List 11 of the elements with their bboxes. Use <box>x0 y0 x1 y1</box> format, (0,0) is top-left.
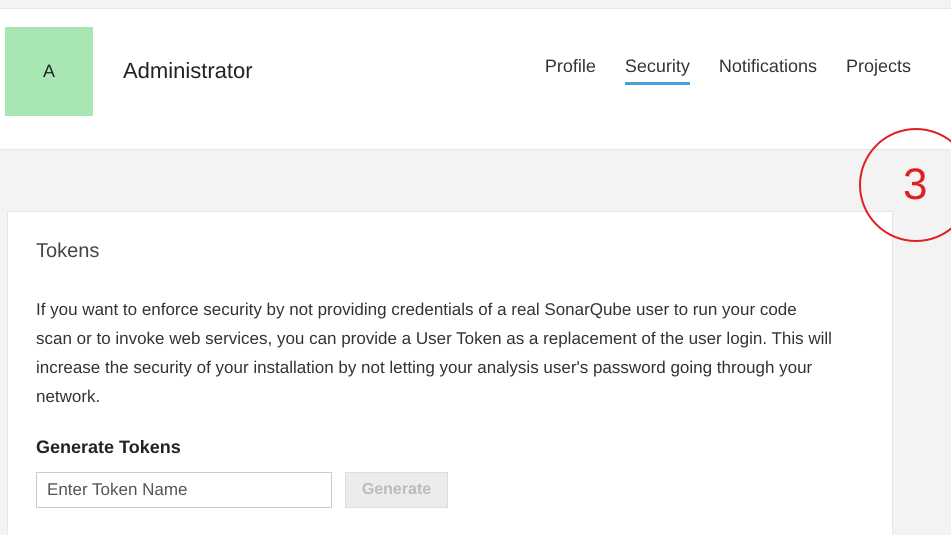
user-name: Administrator <box>123 58 253 84</box>
step-number-annotation: 3 <box>859 128 951 242</box>
nav-tab[interactable]: Profile <box>544 56 596 84</box>
description-text: If you want to enforce security by not providing credentials of a real SonarQube user to run your code scan or to invoke web services, you can provide a User Token as a replacement of the user login. This will increase the security of your installation by not letting your analysis user's password going through your network. <box>36 299 833 408</box>
card-title: Tokens <box>36 240 100 263</box>
nav-tab[interactable]: Notifications <box>718 56 817 84</box>
nav-tab[interactable]: Projects <box>846 56 911 84</box>
user-avatar: A <box>5 26 93 116</box>
nav-tab[interactable]: Security <box>624 56 690 84</box>
section-title: Generate Tokens <box>36 437 182 458</box>
token-name-field[interactable]: Enter Token Name <box>36 472 332 508</box>
